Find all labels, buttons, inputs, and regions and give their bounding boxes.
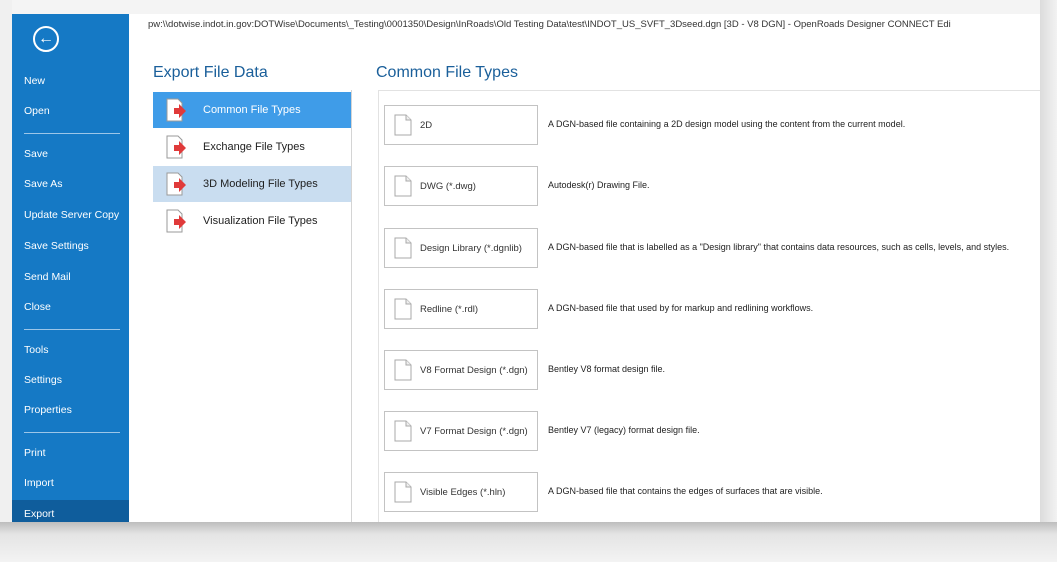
backstage-window: ← New Open Save Save As Update Server Co… bbox=[12, 14, 1040, 522]
file-type-label: Redline (*.rdl) bbox=[420, 303, 479, 315]
file-type-description: Bentley V7 (legacy) format design file. bbox=[548, 425, 700, 435]
file-type-button-v7-format-design[interactable]: V7 Format Design (*.dgn) bbox=[384, 411, 538, 451]
file-type-button-dwg[interactable]: DWG (*.dwg) bbox=[384, 166, 538, 206]
nav-item-save[interactable]: Save bbox=[12, 140, 129, 168]
nav-item-save-settings[interactable]: Save Settings bbox=[12, 232, 129, 260]
category-visualization-file-types[interactable]: Visualization File Types bbox=[153, 203, 351, 239]
blank-document-icon bbox=[394, 420, 412, 442]
file-type-description: Bentley V8 format design file. bbox=[548, 364, 666, 374]
background-frame-right bbox=[1040, 0, 1057, 562]
common-file-types-heading: Common File Types bbox=[376, 64, 518, 81]
category-label: Exchange File Types bbox=[203, 141, 305, 153]
category-label: Visualization File Types bbox=[203, 215, 318, 227]
file-type-description: A DGN-based file that is labelled as a "… bbox=[548, 242, 1010, 252]
file-type-label: Visible Edges (*.hln) bbox=[420, 486, 506, 498]
file-type-button-redline[interactable]: Redline (*.rdl) bbox=[384, 289, 538, 329]
nav-item-close[interactable]: Close bbox=[12, 293, 129, 321]
export-document-icon bbox=[166, 172, 186, 196]
category-common-file-types[interactable]: Common File Types bbox=[153, 92, 351, 128]
background-frame-bottom bbox=[0, 522, 1057, 562]
background-frame-left bbox=[0, 0, 12, 562]
file-type-description: A DGN-based file that contains the edges… bbox=[548, 486, 823, 496]
export-document-icon bbox=[166, 135, 186, 159]
file-type-description: A DGN-based file that used by for markup… bbox=[548, 303, 814, 313]
file-type-button-visible-edges[interactable]: Visible Edges (*.hln) bbox=[384, 472, 538, 512]
backstage-nav: ← New Open Save Save As Update Server Co… bbox=[12, 14, 129, 522]
nav-item-settings[interactable]: Settings bbox=[12, 366, 129, 394]
file-type-label: V8 Format Design (*.dgn) bbox=[420, 364, 528, 376]
file-type-label: V7 Format Design (*.dgn) bbox=[420, 425, 528, 437]
file-type-label: DWG (*.dwg) bbox=[420, 180, 476, 192]
blank-document-icon bbox=[394, 175, 412, 197]
nav-item-export[interactable]: Export bbox=[12, 500, 129, 522]
category-label: 3D Modeling File Types bbox=[203, 178, 318, 190]
file-type-button-2d[interactable]: 2D bbox=[384, 105, 538, 145]
nav-separator bbox=[24, 133, 120, 134]
export-document-icon bbox=[166, 209, 186, 233]
blank-document-icon bbox=[394, 298, 412, 320]
export-file-data-heading: Export File Data bbox=[153, 64, 268, 81]
file-type-description: Autodesk(r) Drawing File. bbox=[548, 180, 650, 190]
nav-item-import[interactable]: Import bbox=[12, 469, 129, 497]
file-type-button-design-library[interactable]: Design Library (*.dgnlib) bbox=[384, 228, 538, 268]
file-type-label: Design Library (*.dgnlib) bbox=[420, 242, 522, 254]
export-category-list: Common File Types Exchange File Types 3D… bbox=[153, 90, 352, 522]
nav-item-tools[interactable]: Tools bbox=[12, 336, 129, 364]
nav-separator bbox=[24, 432, 120, 433]
nav-item-print[interactable]: Print bbox=[12, 439, 129, 467]
nav-item-properties[interactable]: Properties bbox=[12, 396, 129, 424]
blank-document-icon bbox=[394, 481, 412, 503]
background-frame-top bbox=[0, 0, 1057, 14]
category-exchange-file-types[interactable]: Exchange File Types bbox=[153, 129, 351, 165]
file-type-label: 2D bbox=[420, 119, 433, 131]
blank-document-icon bbox=[394, 114, 412, 136]
file-type-list: 2D A DGN-based file containing a 2D desi… bbox=[378, 90, 1040, 522]
file-type-button-v8-format-design[interactable]: V8 Format Design (*.dgn) bbox=[384, 350, 538, 390]
nav-item-update-server-copy[interactable]: Update Server Copy bbox=[12, 201, 129, 229]
category-3d-modeling-file-types[interactable]: 3D Modeling File Types bbox=[153, 166, 351, 202]
blank-document-icon bbox=[394, 359, 412, 381]
nav-item-open[interactable]: Open bbox=[12, 97, 129, 125]
category-label: Common File Types bbox=[203, 104, 301, 116]
back-arrow-circle-icon[interactable]: ← bbox=[33, 26, 59, 52]
nav-item-send-mail[interactable]: Send Mail bbox=[12, 263, 129, 291]
window-title-path: pw:\\dotwise.indot.in.gov:DOTWise\Docume… bbox=[148, 19, 951, 30]
nav-item-new[interactable]: New bbox=[12, 67, 129, 95]
file-type-description: A DGN-based file containing a 2D design … bbox=[548, 119, 906, 129]
export-document-icon bbox=[166, 98, 186, 122]
nav-item-save-as[interactable]: Save As bbox=[12, 170, 129, 198]
nav-separator bbox=[24, 329, 120, 330]
blank-document-icon bbox=[394, 237, 412, 259]
